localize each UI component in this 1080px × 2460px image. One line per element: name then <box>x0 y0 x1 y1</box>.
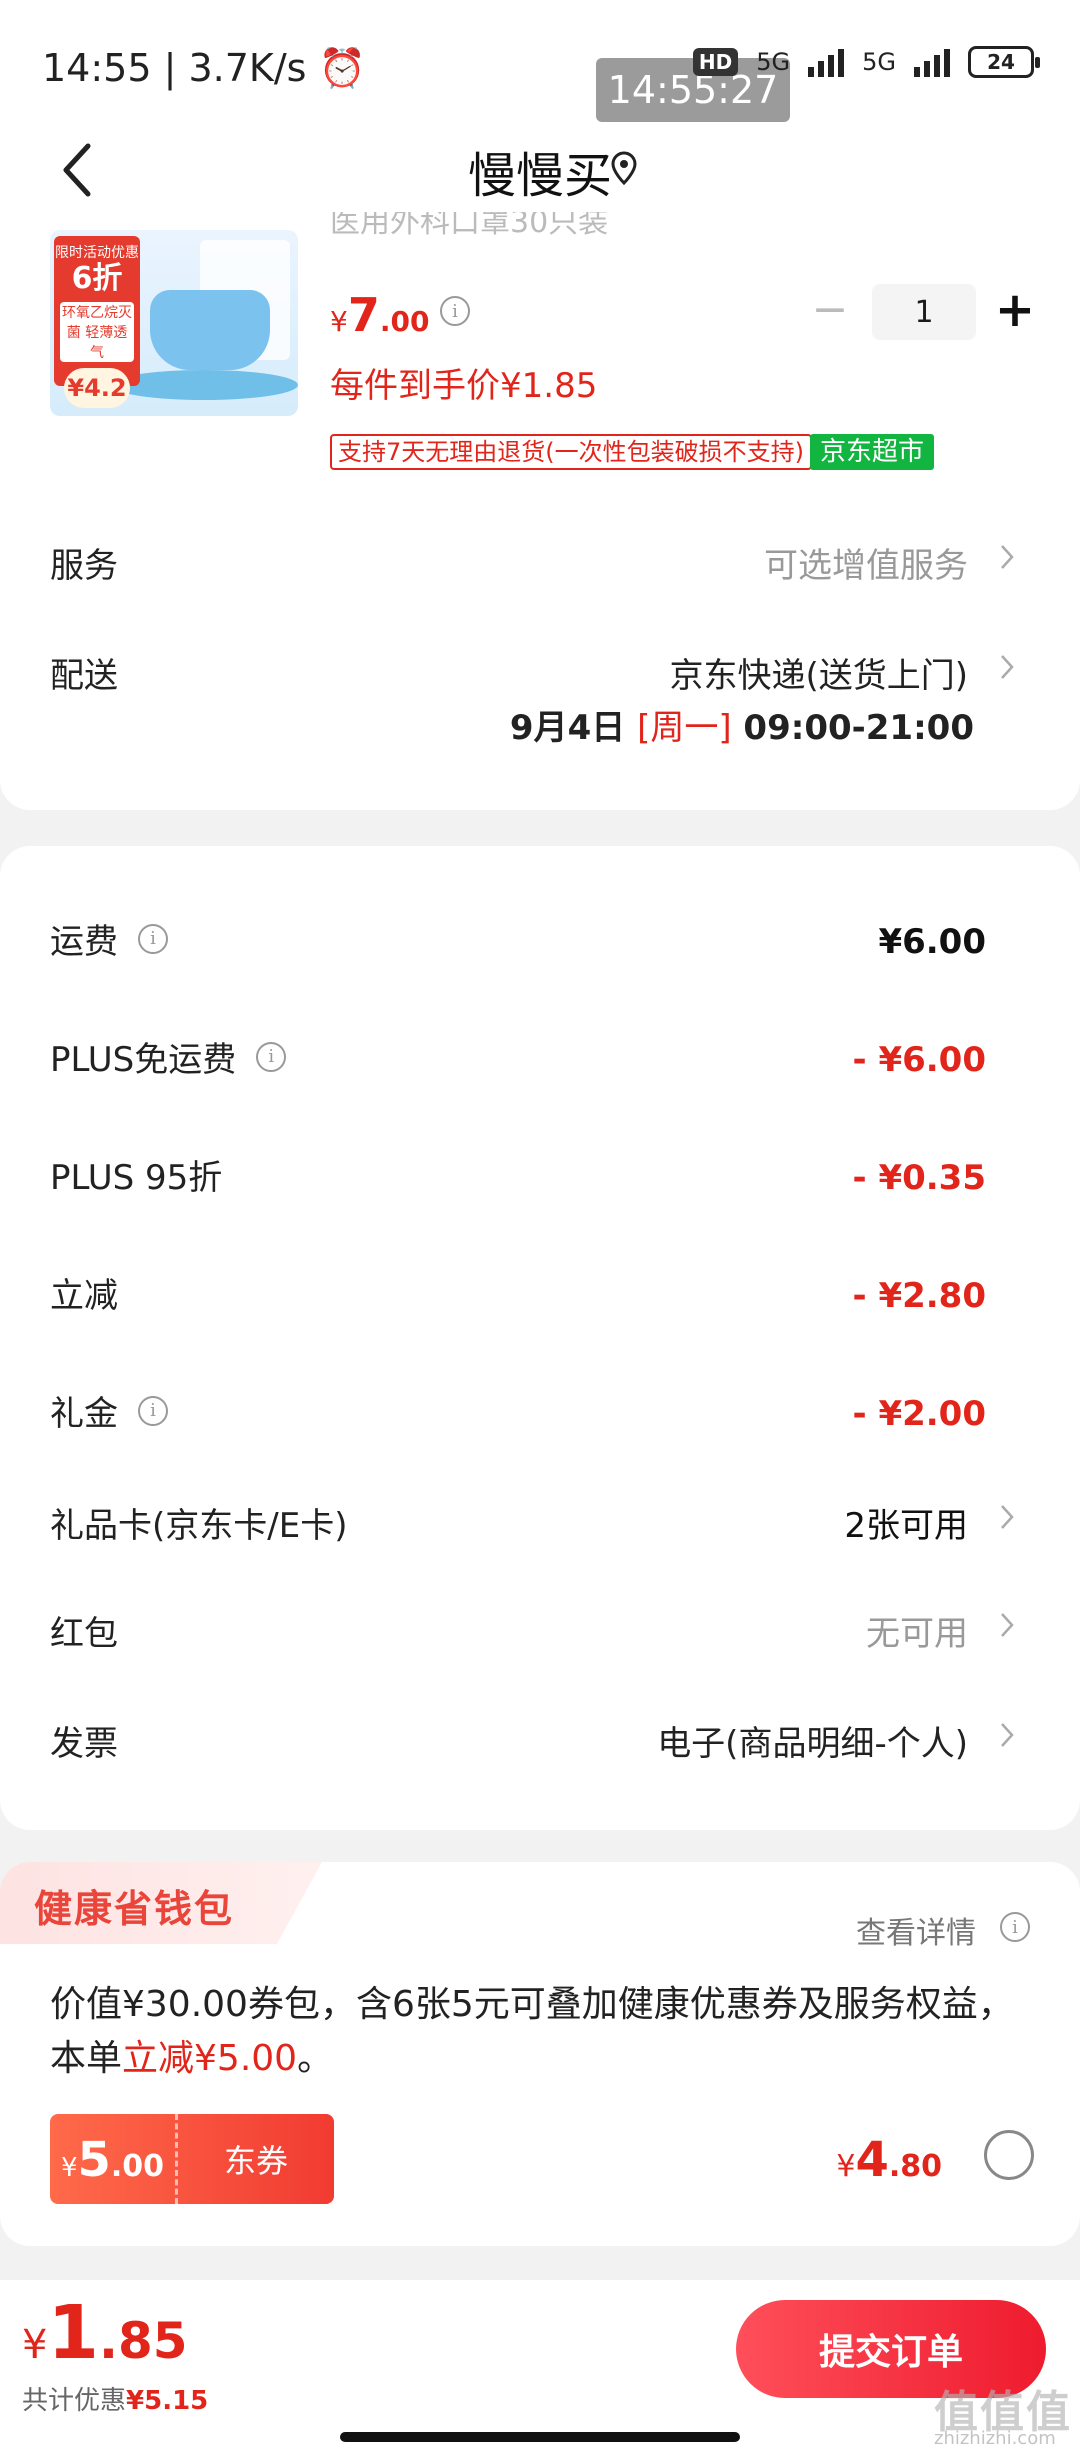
wallet-select-radio[interactable] <box>984 2130 1034 2180</box>
home-indicator[interactable] <box>340 2432 740 2442</box>
coupon-ticket: ¥5.00 东券 <box>50 2114 334 2204</box>
battery-icon: 24 <box>968 46 1040 78</box>
total-price: ¥1.85 <box>22 2290 188 2376</box>
watermark-url: zhizhizhi.com <box>934 2428 1056 2449</box>
gift-card-value[interactable]: 2张可用 <box>844 1498 968 1547</box>
fee-value: ¥6.00 <box>878 922 986 962</box>
signal-icon <box>808 47 845 77</box>
quantity-input[interactable]: 1 <box>872 284 976 340</box>
status-time: 14:55 | 3.7K/s ⏰ <box>42 46 366 90</box>
invoice-value[interactable]: 电子(商品明细-个人) <box>657 1716 968 1765</box>
hd-icon: HD <box>692 48 739 76</box>
quantity-plus-button[interactable]: + <box>990 284 1040 340</box>
fee-value: - ¥0.35 <box>852 1158 987 1198</box>
info-icon[interactable]: i <box>138 1395 168 1426</box>
wallet-description: 价值¥30.00券包，含6张5元可叠加健康优惠券及服务权益，本单立减¥5.00。 <box>50 1984 1014 2079</box>
store-tag: 京东超市 <box>810 434 935 470</box>
status-icons: HD 5G 5G 24 <box>692 46 1040 78</box>
signal-icon-2 <box>914 47 950 77</box>
fee-row: 运费 i <box>50 914 168 963</box>
red-packet-label: 红包 <box>50 1614 118 1654</box>
page-title: 慢慢买 <box>467 148 612 204</box>
red-packet-value[interactable]: 无可用 <box>866 1606 968 1655</box>
fee-value: - ¥6.00 <box>852 1040 987 1080</box>
wallet-title: 健康省钱包 <box>34 1887 235 1931</box>
fee-card <box>0 846 1080 1830</box>
promo-tag: 限时活动优惠 6折 环氧乙烷灭菌 轻薄透气 ¥4.2 <box>54 236 140 408</box>
chevron-right-icon[interactable] <box>998 542 1016 572</box>
delivery-value[interactable]: 京东快递(送货上门) <box>669 648 968 697</box>
fee-value: - ¥2.80 <box>852 1276 987 1316</box>
delivery-time: 9月4日 [周一] 09:00-21:00 <box>509 708 974 748</box>
chevron-right-icon[interactable] <box>998 652 1016 682</box>
view-detail-link[interactable]: 查看详情 <box>856 1908 976 1952</box>
location-pin-icon[interactable] <box>608 150 640 186</box>
fee-value: - ¥2.00 <box>852 1394 987 1434</box>
chevron-right-icon[interactable] <box>998 1610 1016 1640</box>
info-icon[interactable]: i <box>138 923 168 954</box>
quantity-minus-button[interactable]: − <box>808 288 852 334</box>
info-icon[interactable]: i <box>440 296 470 326</box>
fee-row: PLUS免运费 i <box>50 1032 287 1081</box>
chevron-right-icon[interactable] <box>998 1502 1016 1532</box>
gift-card-label: 礼品卡(京东卡/E卡) <box>50 1506 348 1546</box>
service-value[interactable]: 可选增值服务 <box>764 538 968 587</box>
fee-row: PLUS 95折 <box>50 1158 223 1198</box>
product-price: ¥7.00 <box>330 288 430 342</box>
invoice-label: 发票 <box>50 1724 118 1764</box>
net-label-2: 5G <box>862 48 896 76</box>
info-icon[interactable]: i <box>1000 1912 1030 1942</box>
service-label: 服务 <box>50 546 118 586</box>
wallet-price: ¥4.80 <box>836 2132 942 2188</box>
delivery-label: 配送 <box>50 656 118 696</box>
alarm-icon: ⏰ <box>318 46 366 90</box>
total-saving: 共计优惠¥5.15 <box>22 2386 209 2416</box>
fee-row: 立减 <box>50 1276 118 1316</box>
product-image[interactable]: 限时活动优惠 6折 环氧乙烷灭菌 轻薄透气 ¥4.2 <box>50 230 298 416</box>
net-label-1: 5G <box>756 48 791 76</box>
chevron-right-icon[interactable] <box>998 1720 1016 1750</box>
unit-price: 每件到手价¥1.85 <box>330 366 598 406</box>
product-name: 医用外科口罩30只装 <box>330 212 609 240</box>
return-policy-tag: 支持7天无理由退货(一次性包装破损不支持) <box>330 434 812 470</box>
fee-row: 礼金 i <box>50 1386 168 1435</box>
info-icon[interactable]: i <box>256 1041 287 1072</box>
